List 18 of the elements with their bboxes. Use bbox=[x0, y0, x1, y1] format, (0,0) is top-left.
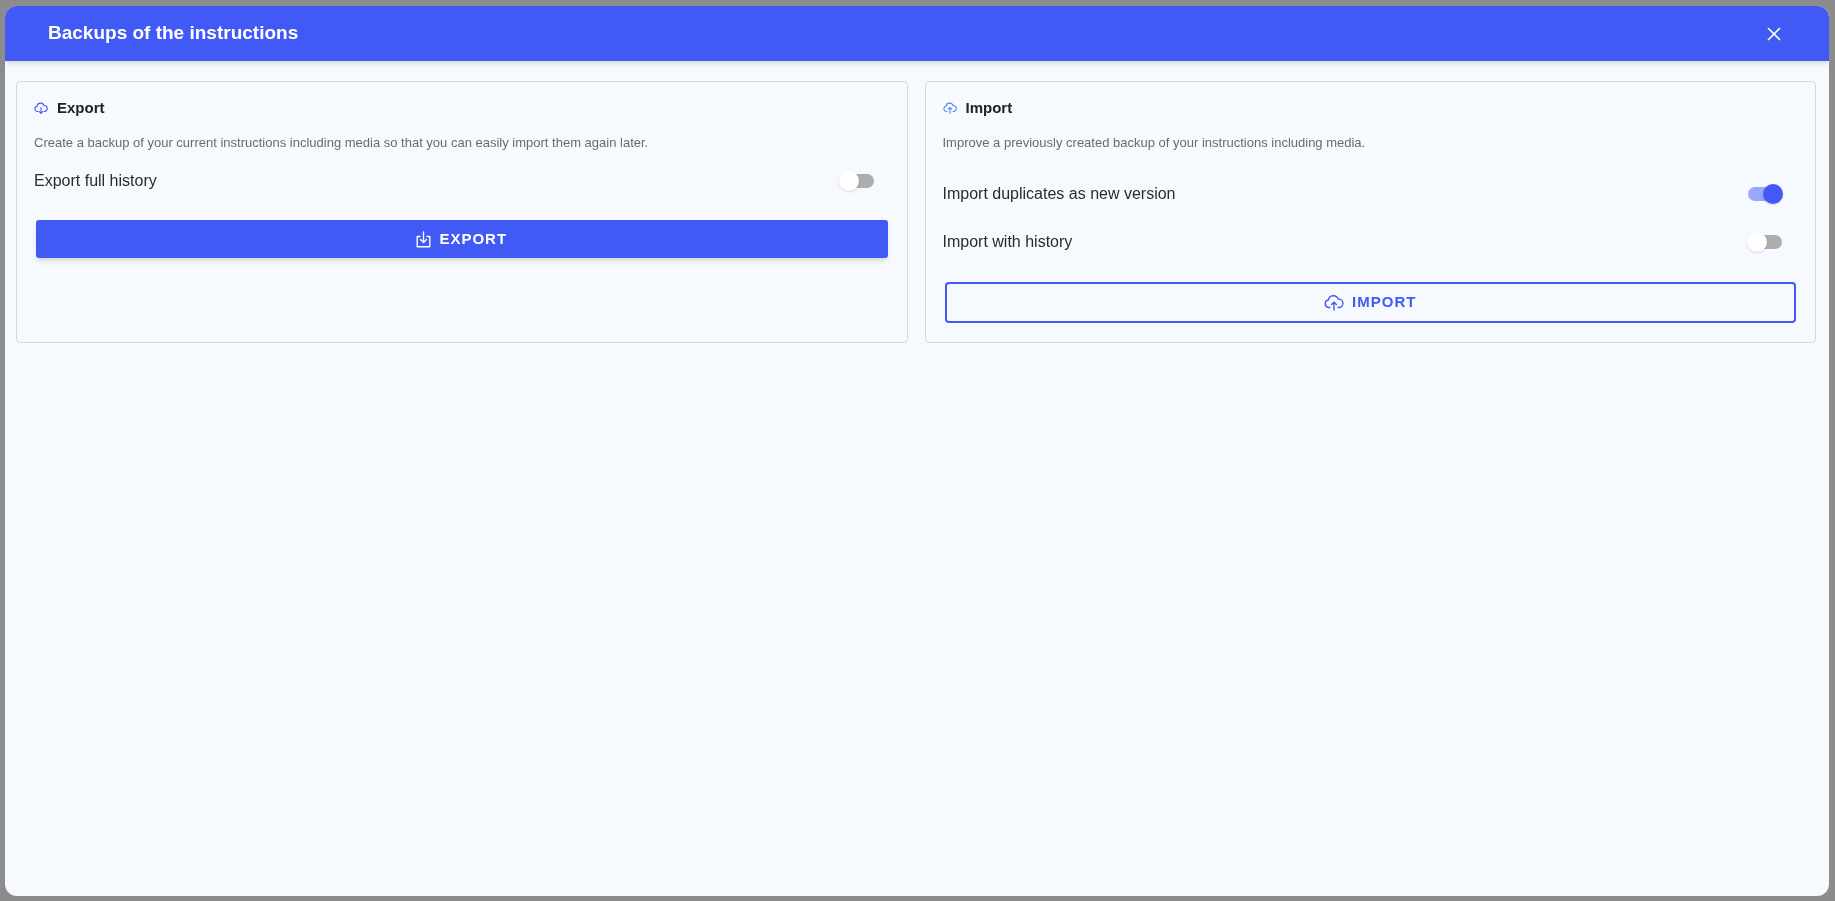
option-label: Import duplicates as new version bbox=[942, 184, 1176, 204]
panel-title: Export bbox=[57, 97, 105, 118]
panel-description: Improve a previously created backup of your instructions including media. bbox=[942, 134, 1366, 152]
toggle-switch[interactable] bbox=[1747, 232, 1783, 252]
cloud-download-icon bbox=[34, 102, 48, 114]
panel-description: Create a backup of your current instructions including media so that you can easily import them again later. bbox=[34, 134, 649, 152]
close-icon[interactable] bbox=[1767, 26, 1781, 41]
download-icon bbox=[416, 230, 432, 248]
option-label: Export full history bbox=[34, 171, 157, 191]
panel-title: Import bbox=[965, 97, 1013, 118]
cloud-upload-icon bbox=[942, 102, 957, 114]
dialog-title: Backups of the instructions bbox=[48, 21, 300, 46]
export-button[interactable]: EXPORT bbox=[36, 220, 888, 258]
toggle-switch[interactable] bbox=[838, 171, 875, 191]
toggle-switch[interactable] bbox=[1747, 184, 1783, 204]
import-button[interactable]: IMPORT bbox=[944, 282, 1796, 323]
option-label: Import with history bbox=[942, 232, 1073, 252]
cloud-upload-icon bbox=[1324, 294, 1345, 311]
